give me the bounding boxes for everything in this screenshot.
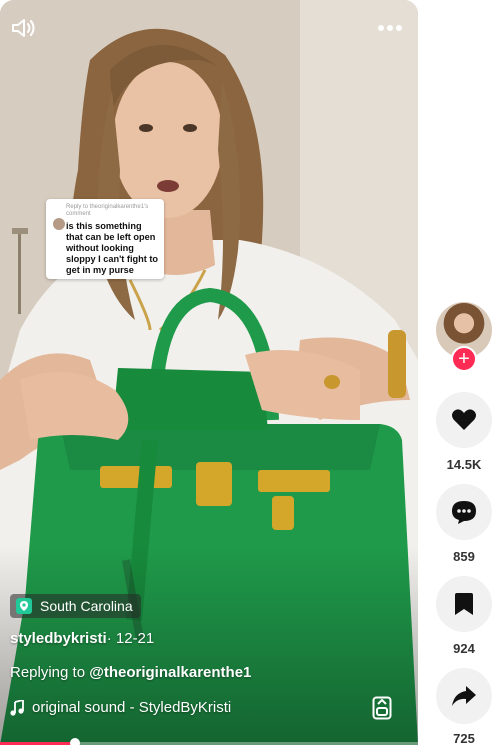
location-tag[interactable]: South Carolina <box>10 594 141 618</box>
speaker-icon <box>12 19 35 37</box>
caption-prefix: Replying to <box>10 664 90 681</box>
follow-button[interactable]: + <box>451 346 477 372</box>
share-arrow-icon <box>452 686 476 706</box>
bookmark-icon <box>455 593 473 615</box>
caption-mention[interactable]: @theoriginalkarenthe1 <box>89 664 251 681</box>
share-count: 725 <box>453 731 475 746</box>
save-count: 924 <box>453 641 475 656</box>
author-username[interactable]: styledbykristi <box>10 630 107 647</box>
sound-toggle-button[interactable] <box>10 14 38 42</box>
location-label: South Carolina <box>40 598 133 614</box>
comment-button[interactable] <box>436 484 492 540</box>
heart-icon <box>452 409 476 430</box>
save-sound-button[interactable] <box>372 696 392 725</box>
more-options-button[interactable] <box>376 14 404 42</box>
save-sound-icon <box>372 696 392 720</box>
like-count: 14.5K <box>446 457 482 472</box>
commenter-avatar <box>52 217 66 231</box>
caption: Replying to @theoriginalkarenthe1 <box>10 664 251 681</box>
save-button[interactable] <box>436 576 492 632</box>
more-dots-icon <box>378 25 402 31</box>
video-player[interactable]: Reply to theoriginalkarenthe1's comment … <box>0 0 418 745</box>
share-button[interactable] <box>436 668 492 724</box>
reply-card-header: Reply to theoriginalkarenthe1's comment <box>66 204 149 217</box>
video-progress-knob[interactable] <box>70 738 81 745</box>
like-button[interactable] <box>436 392 492 448</box>
comment-bubble-icon <box>452 501 476 524</box>
creator-avatar-button[interactable]: + <box>436 302 492 372</box>
author-line: styledbykristi · 12-21 <box>10 630 154 647</box>
post-date: · 12-21 <box>106 630 155 647</box>
sound-link[interactable]: original sound - StyledByKristi <box>10 699 231 716</box>
reply-comment-card[interactable]: Reply to theoriginalkarenthe1's comment … <box>46 199 164 279</box>
sound-label: original sound - StyledByKristi <box>32 699 232 716</box>
location-pin-icon <box>16 598 32 614</box>
comment-count: 859 <box>453 549 475 564</box>
music-note-icon <box>10 699 24 716</box>
reply-card-text: is this something that can be left open … <box>66 221 159 275</box>
